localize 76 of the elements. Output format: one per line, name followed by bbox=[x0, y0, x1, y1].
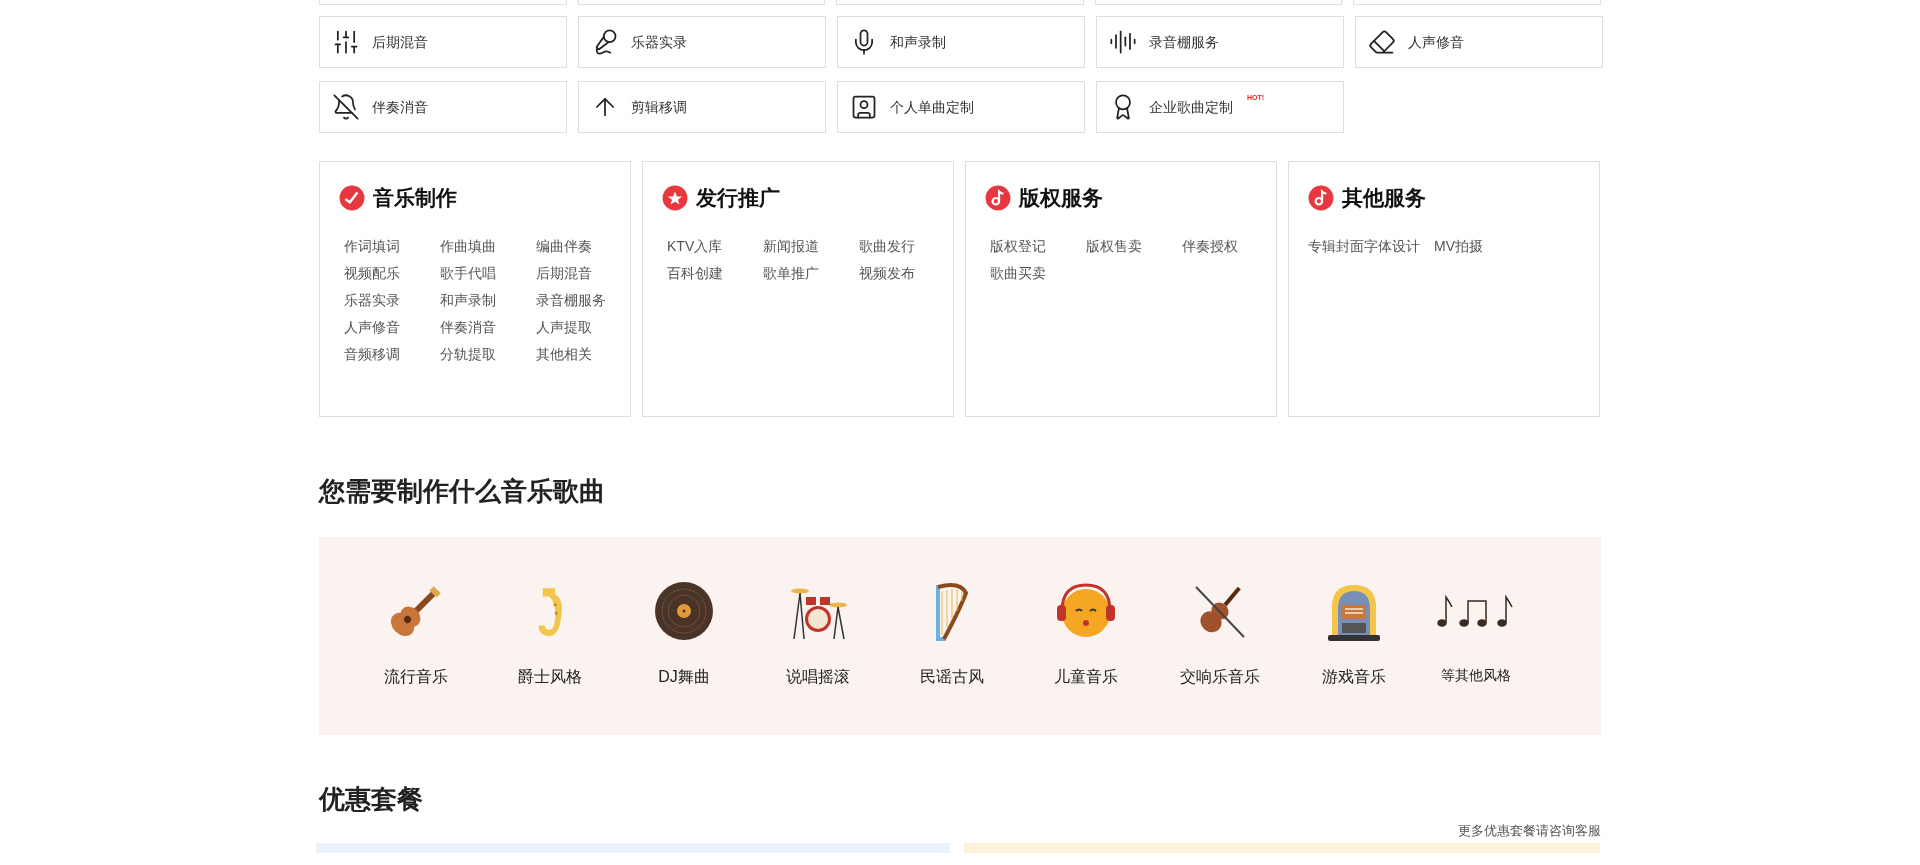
eraser-icon bbox=[1368, 28, 1396, 56]
music-style-label: 儿童音乐 bbox=[1054, 667, 1118, 687]
music-style-label: 流行音乐 bbox=[384, 667, 448, 687]
category-title: 发行推广 bbox=[696, 185, 780, 211]
category-link[interactable]: 歌曲发行 bbox=[859, 235, 955, 257]
category-link[interactable]: 版权售卖 bbox=[1086, 235, 1182, 257]
service-tile[interactable]: 伴奏消音 bbox=[319, 81, 567, 133]
category-link[interactable]: 后期混音 bbox=[536, 262, 632, 284]
category-title: 音乐制作 bbox=[373, 185, 457, 211]
category-link[interactable]: 歌手代唱 bbox=[440, 262, 536, 284]
more-packages-link[interactable]: 更多优惠套餐请咨询客服 bbox=[1458, 821, 1601, 841]
service-label: 后期混音 bbox=[372, 32, 428, 52]
category-link[interactable]: 版权登记 bbox=[990, 235, 1086, 257]
category-link[interactable]: MV拍摄 bbox=[1434, 235, 1483, 257]
service-tile[interactable]: 录音棚服务 bbox=[1096, 16, 1344, 68]
category-link[interactable]: 音频移调 bbox=[344, 343, 440, 365]
music-style-item[interactable]: DJ舞曲 bbox=[617, 579, 751, 689]
service-tile[interactable]: 个人单曲定制 bbox=[837, 81, 1085, 133]
music-style-item[interactable]: 说唱摇滚 bbox=[751, 579, 885, 689]
music-style-item[interactable]: 爵士风格 bbox=[483, 579, 617, 689]
category-link[interactable]: 和声录制 bbox=[440, 289, 536, 311]
category-title: 其他服务 bbox=[1342, 185, 1426, 211]
music-style-label: 民谣古风 bbox=[920, 667, 984, 687]
music-style-label: DJ舞曲 bbox=[658, 667, 710, 687]
category-link[interactable]: 作词填词 bbox=[344, 235, 440, 257]
category-link[interactable]: 分轨提取 bbox=[440, 343, 536, 365]
service-label: 人声修音 bbox=[1408, 32, 1464, 52]
category-link[interactable]: KTV入库 bbox=[667, 235, 763, 257]
category-link[interactable]: 其他相关 bbox=[536, 343, 632, 365]
category-link[interactable]: 视频发布 bbox=[859, 262, 955, 284]
category-link[interactable]: 伴奏授权 bbox=[1182, 235, 1278, 257]
category-link[interactable]: 歌单推广 bbox=[763, 262, 859, 284]
category-link[interactable]: 乐器实录 bbox=[344, 289, 440, 311]
service-tile[interactable]: 和声录制 bbox=[837, 16, 1085, 68]
muted-bell-icon bbox=[332, 93, 360, 121]
star-badge-icon bbox=[662, 184, 688, 211]
service-label: 个人单曲定制 bbox=[890, 97, 974, 117]
music-style-item[interactable]: 儿童音乐 bbox=[1019, 579, 1153, 689]
category-link[interactable]: 人声修音 bbox=[344, 316, 440, 338]
service-label: 录音棚服务 bbox=[1149, 32, 1219, 52]
service-tile[interactable]: 剪辑移调 bbox=[578, 81, 826, 133]
music-style-item[interactable]: 民谣古风 bbox=[885, 579, 1019, 689]
category-link[interactable]: 人声提取 bbox=[536, 316, 632, 338]
user-icon bbox=[850, 93, 878, 121]
service-tile[interactable]: 人声修音 bbox=[1355, 16, 1603, 68]
category-title: 版权服务 bbox=[1019, 185, 1103, 211]
service-label: 和声录制 bbox=[890, 32, 946, 52]
music-style-item[interactable]: 游戏音乐 bbox=[1287, 579, 1421, 689]
category-link[interactable]: 编曲伴奏 bbox=[536, 235, 632, 257]
section-title: 优惠套餐 bbox=[319, 783, 424, 816]
music-style-label: 等其他风格 bbox=[1441, 666, 1511, 685]
music-style-item[interactable]: 等其他风格 bbox=[1421, 579, 1531, 686]
category-link[interactable]: 专辑封面字体设计 bbox=[1308, 235, 1420, 257]
music-style-item[interactable]: 流行音乐 bbox=[349, 579, 483, 689]
service-label: 伴奏消音 bbox=[372, 97, 428, 117]
category-link[interactable]: 歌曲买卖 bbox=[990, 262, 1086, 284]
music-style-label: 交响乐音乐 bbox=[1180, 667, 1260, 687]
service-label: 剪辑移调 bbox=[631, 97, 687, 117]
service-tile[interactable]: 乐器实录 bbox=[578, 16, 826, 68]
category-link[interactable]: 百科创建 bbox=[667, 262, 763, 284]
mixer-icon bbox=[332, 28, 360, 56]
service-tile[interactable]: 后期混音 bbox=[319, 16, 567, 68]
category-link[interactable]: 录音棚服务 bbox=[536, 289, 632, 311]
category-link[interactable]: 作曲填曲 bbox=[440, 235, 536, 257]
music-style-label: 游戏音乐 bbox=[1322, 667, 1386, 687]
service-label: 企业歌曲定制 bbox=[1149, 97, 1233, 117]
music-style-label: 爵士风格 bbox=[518, 667, 582, 687]
category-link[interactable]: 视频配乐 bbox=[344, 262, 440, 284]
service-label: 乐器实录 bbox=[631, 32, 687, 52]
music-style-item[interactable]: 交响乐音乐 bbox=[1153, 579, 1287, 689]
category-link[interactable]: 伴奏消音 bbox=[440, 316, 536, 338]
category-link[interactable]: 新闻报道 bbox=[763, 235, 859, 257]
sound-wave-icon bbox=[1109, 28, 1137, 56]
vinyl-record-icon bbox=[652, 579, 716, 643]
music-style-label: 说唱摇滚 bbox=[786, 667, 850, 687]
section-title: 您需要制作什么音乐歌曲 bbox=[319, 475, 606, 508]
